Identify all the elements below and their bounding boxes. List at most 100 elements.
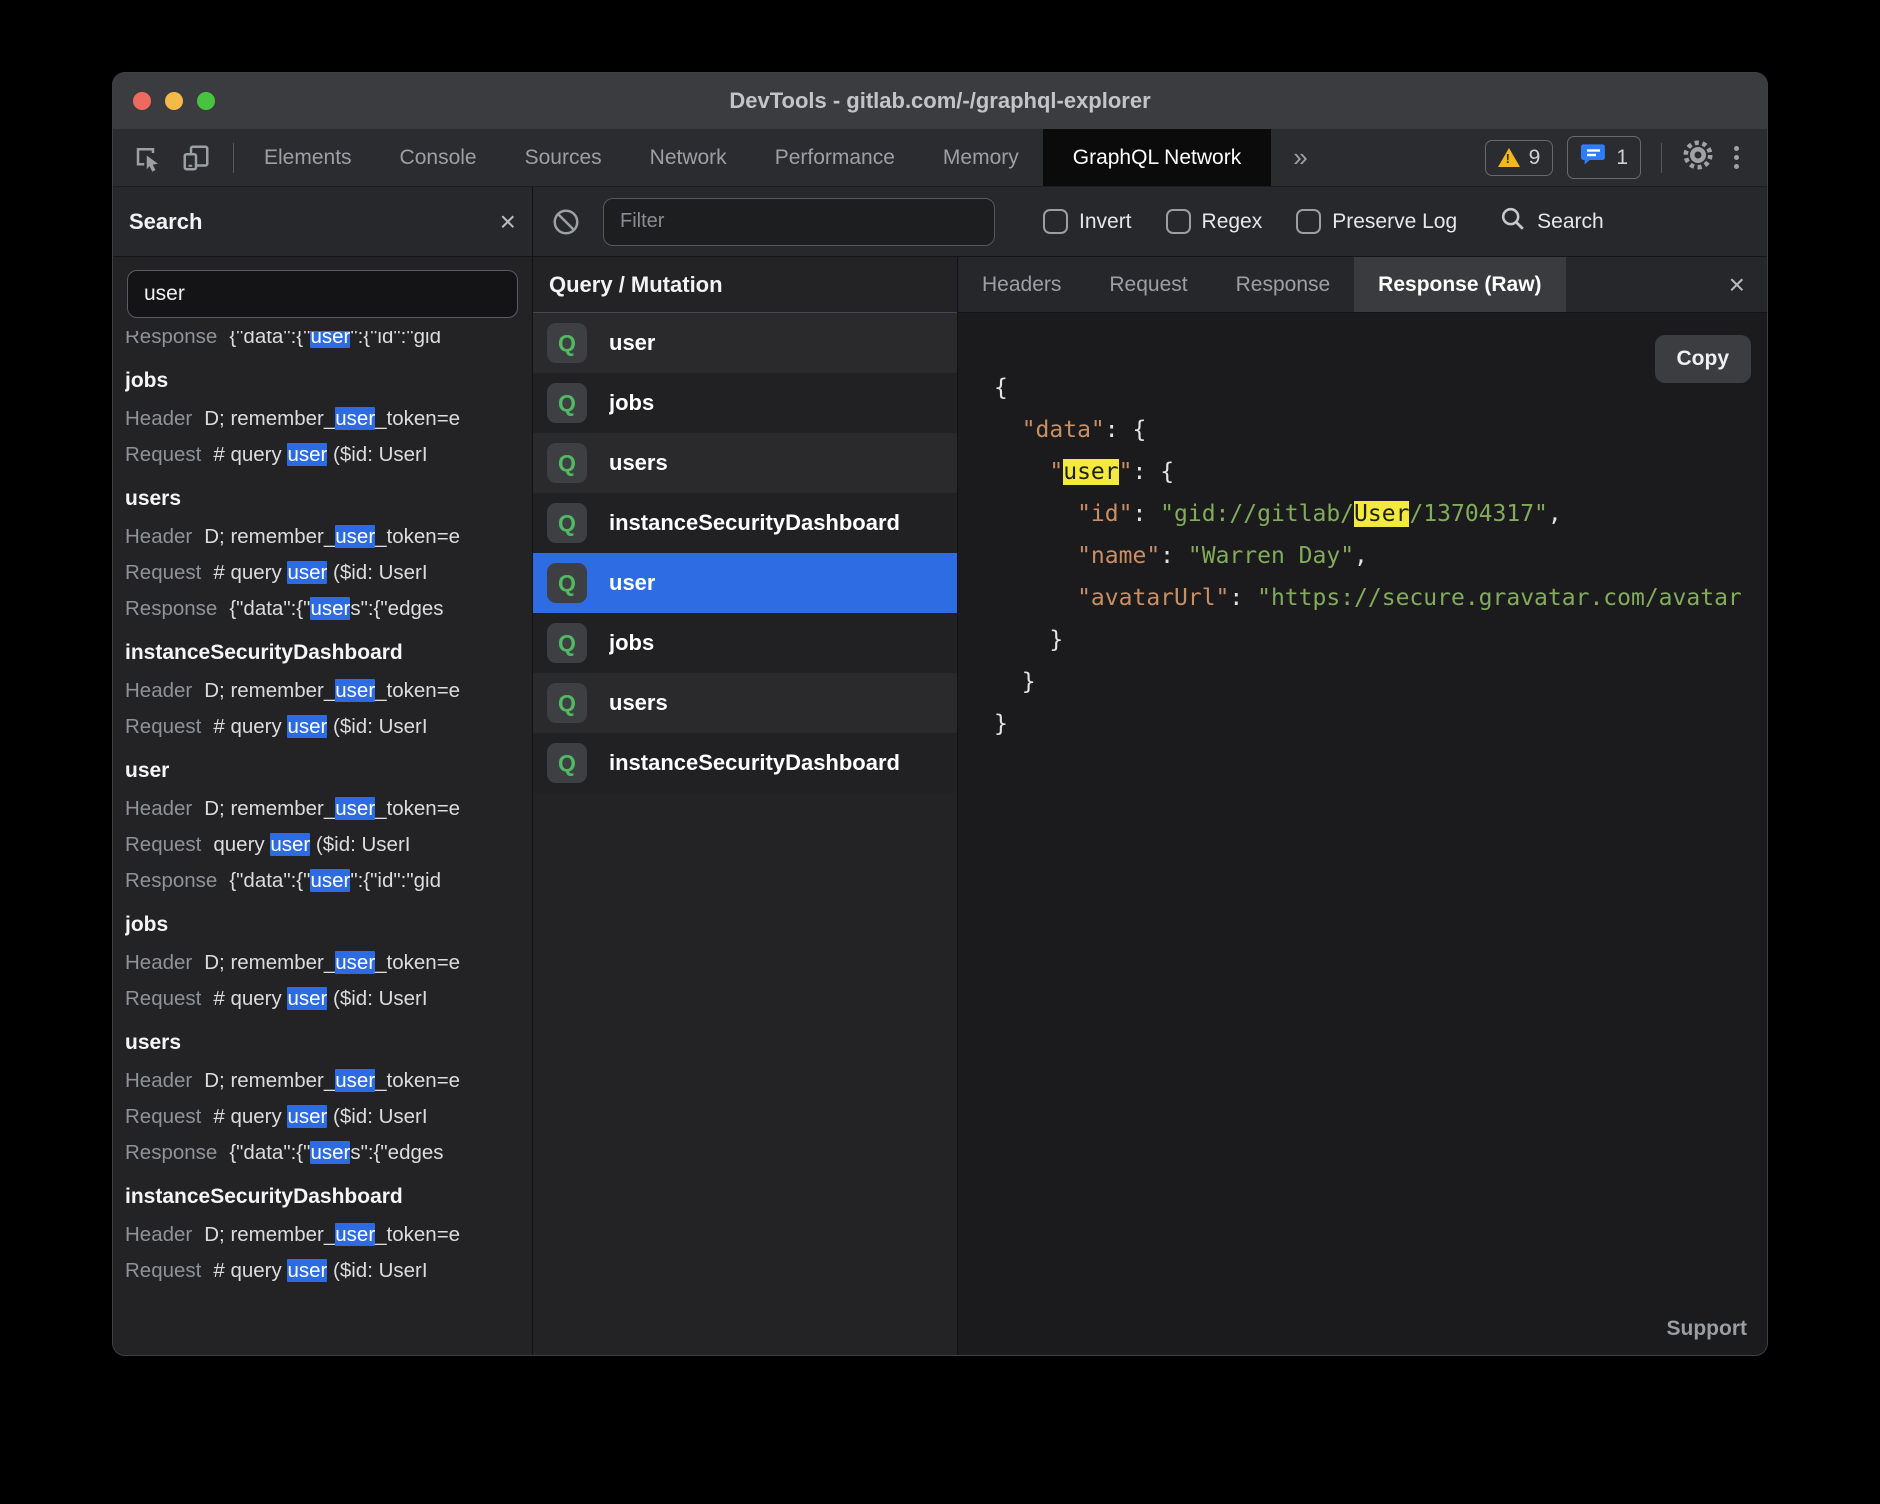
search-result-group: instanceSecurityDashboardHeaderD; rememb… xyxy=(125,1171,532,1289)
match-highlight: user xyxy=(335,1069,375,1092)
search-results-panel: Response{"data":{"user":{"id":"gidjobsHe… xyxy=(113,257,533,1355)
result-line-label: Request xyxy=(125,833,201,856)
more-tabs-chevron-icon[interactable]: » xyxy=(1271,129,1329,186)
query-list-item-user[interactable]: Quser xyxy=(533,553,957,613)
panel-tabs: ElementsConsoleSourcesNetworkPerformance… xyxy=(240,129,1271,186)
checkbox-invert[interactable]: Invert xyxy=(1043,209,1132,234)
toolbar-divider xyxy=(233,143,234,173)
search-result-line[interactable]: HeaderD; remember_user_token=e xyxy=(125,791,532,827)
checkbox-preserve-log[interactable]: Preserve Log xyxy=(1296,209,1457,234)
match-highlight: user xyxy=(335,1223,375,1246)
search-result-group-title[interactable]: jobs xyxy=(125,355,532,401)
device-toolbar-icon[interactable] xyxy=(181,143,211,173)
query-list-item-instancesecuritydashboard[interactable]: QinstanceSecurityDashboard xyxy=(533,493,957,553)
match-highlight: user xyxy=(270,833,310,856)
search-result-line[interactable]: Response{"data":{"users":{"edges xyxy=(125,1135,532,1171)
search-toggle[interactable]: Search xyxy=(1499,205,1604,239)
query-list-item-users[interactable]: Qusers xyxy=(533,433,957,493)
query-list-panel: Query / Mutation QuserQjobsQusersQinstan… xyxy=(533,257,958,1355)
copy-button[interactable]: Copy xyxy=(1655,335,1752,383)
inspect-element-icon[interactable] xyxy=(133,143,163,173)
tab-sources[interactable]: Sources xyxy=(501,129,626,186)
query-list-item-user[interactable]: Quser xyxy=(533,313,957,373)
search-result-line[interactable]: HeaderD; remember_user_token=e xyxy=(125,673,532,709)
result-line-label: Response xyxy=(125,331,217,348)
search-result-group-title[interactable]: user xyxy=(125,745,532,791)
search-result-line[interactable]: Requestquery user ($id: UserI xyxy=(125,827,532,863)
search-result-line[interactable]: Response{"data":{"user":{"id":"gid xyxy=(125,863,532,899)
search-result-group-title[interactable]: instanceSecurityDashboard xyxy=(125,1171,532,1217)
json-line: { xyxy=(994,367,1767,409)
checkbox-box-regex[interactable] xyxy=(1166,209,1191,234)
filter-input[interactable] xyxy=(603,198,995,246)
query-name: users xyxy=(609,450,668,476)
search-result-line[interactable]: HeaderD; remember_user_token=e xyxy=(125,1217,532,1253)
query-type-icon: Q xyxy=(547,563,587,603)
warnings-badge[interactable]: 9 xyxy=(1485,140,1554,176)
search-result-group-title[interactable]: instanceSecurityDashboard xyxy=(125,627,532,673)
match-highlight: user xyxy=(287,561,327,584)
query-list-item-jobs[interactable]: Qjobs xyxy=(533,613,957,673)
result-line-label: Response xyxy=(125,869,217,892)
query-list-item-instancesecuritydashboard[interactable]: QinstanceSecurityDashboard xyxy=(533,733,957,793)
detail-tab-headers[interactable]: Headers xyxy=(958,257,1085,312)
search-result-group-title[interactable]: jobs xyxy=(125,899,532,945)
match-highlight: user xyxy=(287,1259,327,1282)
query-list-item-users[interactable]: Qusers xyxy=(533,673,957,733)
detail-tab-response-raw[interactable]: Response (Raw) xyxy=(1354,257,1565,312)
query-type-icon: Q xyxy=(547,743,587,783)
query-list-item-jobs[interactable]: Qjobs xyxy=(533,373,957,433)
search-result-group: userHeaderD; remember_user_token=eReques… xyxy=(125,745,532,899)
tab-memory[interactable]: Memory xyxy=(919,129,1043,186)
tab-performance[interactable]: Performance xyxy=(751,129,919,186)
search-result-line[interactable]: Request# query user ($id: UserI xyxy=(125,555,532,591)
tab-graphql-network[interactable]: GraphQL Network xyxy=(1043,129,1271,186)
support-link[interactable]: Support xyxy=(1667,1317,1747,1341)
settings-gear-icon[interactable] xyxy=(1682,139,1714,176)
checkbox-regex[interactable]: Regex xyxy=(1166,209,1263,234)
match-highlight: user xyxy=(310,331,350,348)
tab-console[interactable]: Console xyxy=(376,129,501,186)
query-type-icon: Q xyxy=(547,443,587,483)
search-result-line[interactable]: HeaderD; remember_user_token=e xyxy=(125,519,532,555)
detail-tabs: HeadersRequestResponseResponse (Raw) × xyxy=(958,257,1767,313)
match-highlight: user xyxy=(310,869,350,892)
search-result-line[interactable]: Response{"data":{"users":{"edges xyxy=(125,591,532,627)
detail-tab-response[interactable]: Response xyxy=(1212,257,1355,312)
badge-divider xyxy=(1661,143,1662,173)
search-result-line[interactable]: Request# query user ($id: UserI xyxy=(125,437,532,473)
detail-tab-request[interactable]: Request xyxy=(1085,257,1211,312)
more-options-menu-icon[interactable] xyxy=(1728,146,1745,169)
checkbox-box-preserve-log[interactable] xyxy=(1296,209,1321,234)
checkbox-box-invert[interactable] xyxy=(1043,209,1068,234)
search-result-group-title[interactable]: users xyxy=(125,473,532,519)
search-result-group: jobsHeaderD; remember_user_token=eReques… xyxy=(125,899,532,1017)
query-name: user xyxy=(609,570,655,596)
search-result-group: usersHeaderD; remember_user_token=eReque… xyxy=(125,1017,532,1171)
match-highlight: user xyxy=(310,597,350,620)
close-detail-icon[interactable]: × xyxy=(1729,257,1767,312)
sub-toolbar-row: Search × InvertRegexPreserve Log Sea xyxy=(113,187,1767,257)
query-list-header: Query / Mutation xyxy=(533,257,957,313)
search-result-line[interactable]: HeaderD; remember_user_token=e xyxy=(125,401,532,437)
search-input[interactable] xyxy=(127,270,518,318)
search-result-line[interactable]: Response{"data":{"user":{"id":"gid xyxy=(125,331,532,355)
search-result-line[interactable]: HeaderD; remember_user_token=e xyxy=(125,945,532,981)
clear-log-icon[interactable] xyxy=(551,207,581,237)
search-result-line[interactable]: HeaderD; remember_user_token=e xyxy=(125,1063,532,1099)
response-raw-content: Copy {"data": {"user": {"id": "gid://git… xyxy=(958,313,1767,1355)
search-result-group-title[interactable]: users xyxy=(125,1017,532,1063)
close-search-icon[interactable]: × xyxy=(500,208,516,236)
query-type-icon: Q xyxy=(547,383,587,423)
search-result-line[interactable]: Request# query user ($id: UserI xyxy=(125,709,532,745)
search-result-line[interactable]: Request# query user ($id: UserI xyxy=(125,1099,532,1135)
json-line: "id": "gid://gitlab/User/13704317", xyxy=(994,493,1767,535)
result-line-label: Request xyxy=(125,715,201,738)
result-line-label: Response xyxy=(125,1141,217,1164)
search-result-line[interactable]: Request# query user ($id: UserI xyxy=(125,981,532,1017)
issues-badge[interactable]: 1 xyxy=(1567,136,1641,179)
tab-elements[interactable]: Elements xyxy=(240,129,376,186)
search-result-line[interactable]: Request# query user ($id: UserI xyxy=(125,1253,532,1289)
tab-network[interactable]: Network xyxy=(626,129,751,186)
network-filter-toolbar: Invert Regex Preserve Log Search xyxy=(533,187,1767,256)
